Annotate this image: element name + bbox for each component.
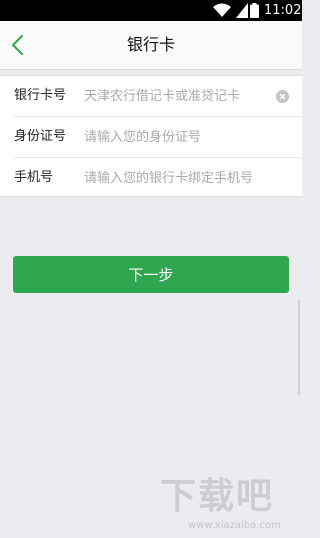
bank-card-form: 银行卡号 身份证号 手机号: [0, 75, 302, 198]
watermark-text: 下载吧: [160, 476, 275, 517]
phone-input[interactable]: [84, 158, 274, 198]
id-number-input[interactable]: [84, 117, 274, 157]
watermark-url: www.xiazaiba.com: [188, 520, 281, 531]
scrollbar[interactable]: [298, 300, 300, 395]
status-time: 11:02: [264, 3, 302, 18]
status-bar: 11:02: [0, 0, 302, 21]
battery-icon: [250, 3, 259, 18]
id-number-label: 身份证号: [14, 129, 67, 144]
page-title: 银行卡: [126, 35, 175, 54]
watermark: 下载吧 www.xiazaiba.com: [160, 476, 290, 534]
phone-row: 手机号: [0, 158, 302, 198]
card-number-row: 银行卡号: [0, 76, 302, 116]
next-button[interactable]: 下一步: [13, 256, 289, 293]
card-number-input[interactable]: [84, 76, 274, 116]
id-number-row: 身份证号: [0, 117, 302, 157]
clear-icon[interactable]: [276, 90, 289, 103]
nav-bar: 银行卡: [0, 21, 302, 70]
phone-label: 手机号: [14, 170, 54, 185]
wifi-icon: [213, 3, 231, 17]
signal-icon: [236, 3, 248, 18]
card-number-label: 银行卡号: [14, 88, 67, 103]
